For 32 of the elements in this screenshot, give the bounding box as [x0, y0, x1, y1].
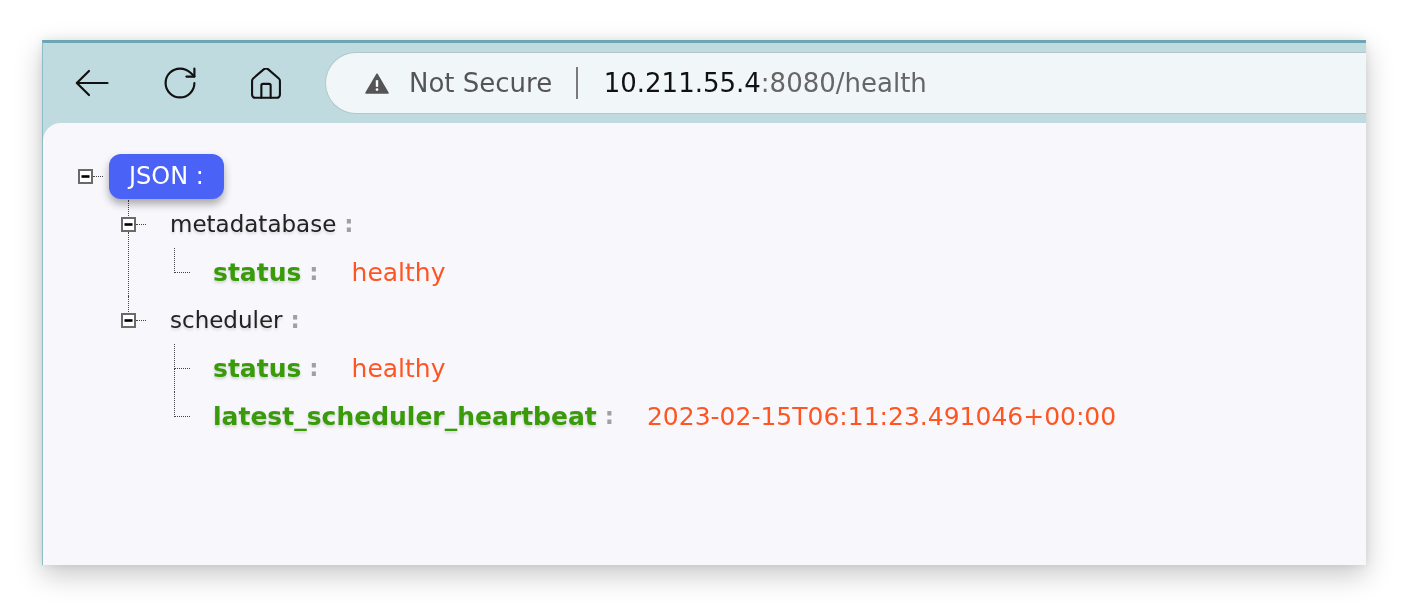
- key-colon: :: [309, 259, 319, 285]
- house-icon[interactable]: [251, 67, 281, 99]
- value-key: status: [213, 257, 302, 287]
- minus-box-icon[interactable]: [121, 216, 136, 232]
- tree-connector-line: [93, 175, 103, 177]
- tree-connector-line: [136, 223, 146, 225]
- reload-icon[interactable]: [164, 67, 196, 99]
- key-colon: :: [309, 355, 319, 381]
- root-node-label[interactable]: JSON :: [109, 153, 224, 199]
- tree-connector-line: [174, 344, 190, 369]
- key-colon: :: [344, 211, 354, 237]
- value-key: latest_scheduler_heartbeat: [213, 401, 597, 431]
- object-key: scheduler: [170, 307, 283, 333]
- string-value: healthy: [351, 257, 446, 287]
- warning-icon[interactable]: [365, 72, 389, 94]
- tree-connector-line: [136, 319, 146, 321]
- tree-guide-line: [128, 200, 129, 216]
- tree-connector-line: [174, 248, 190, 273]
- arrow-left-icon[interactable]: [75, 69, 109, 97]
- string-value: 2023-02-15T06:11:23.491046+00:00: [646, 401, 1117, 431]
- key-colon: :: [604, 403, 614, 429]
- address-bar[interactable]: Not Secure 10.211.55.4:8080/health: [325, 52, 1366, 114]
- key-colon: :: [290, 307, 300, 333]
- tree-guide-line: [174, 369, 175, 392]
- string-value: healthy: [351, 353, 446, 383]
- object-key: metadatabase: [170, 211, 337, 237]
- value-key: status: [213, 353, 302, 383]
- minus-box-icon[interactable]: [121, 312, 136, 328]
- tree-connector-line: [174, 392, 190, 417]
- security-label[interactable]: Not Secure: [409, 68, 553, 98]
- url-text[interactable]: 10.211.55.4:8080/health: [603, 68, 927, 98]
- minus-box-icon[interactable]: [78, 168, 93, 184]
